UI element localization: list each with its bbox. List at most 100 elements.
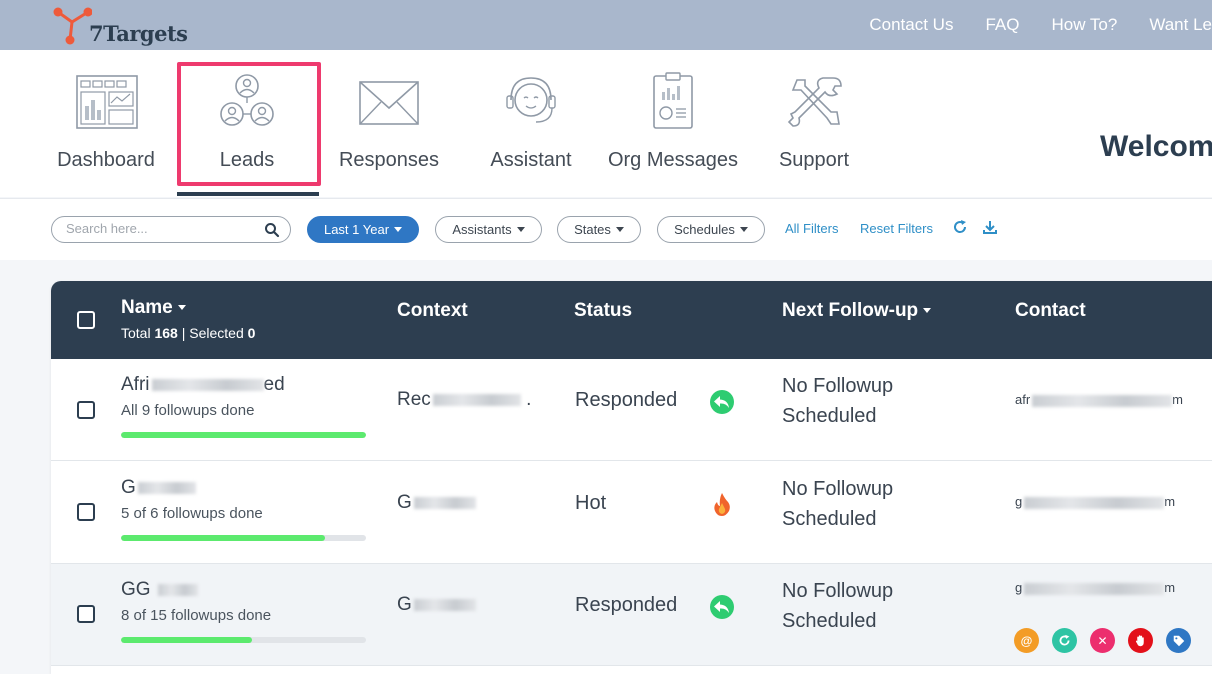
tools-icon: [787, 77, 842, 127]
nav-responses-label: Responses: [338, 149, 440, 171]
faq-link[interactable]: FAQ: [985, 15, 1019, 35]
select-all-checkbox[interactable]: [77, 311, 95, 329]
followup-progress-bar: [121, 535, 366, 541]
redacted-block: [151, 378, 264, 391]
brand-name: 7Targets: [89, 21, 188, 46]
contact-email[interactable]: gm: [1015, 580, 1175, 595]
contact-end: m: [1164, 494, 1176, 509]
tag-icon[interactable]: [1166, 628, 1191, 653]
leads-icon: [220, 74, 274, 126]
lead-name[interactable]: G: [121, 477, 196, 499]
context-end: .: [526, 389, 532, 410]
top-links: Contact Us FAQ How To? Want Le: [837, 0, 1212, 50]
nav-dashboard[interactable]: Dashboard: [52, 50, 160, 197]
nav-org-messages[interactable]: Org Messages: [603, 50, 743, 197]
all-filters-link[interactable]: All Filters: [785, 221, 838, 236]
name-column-label: Name: [121, 297, 173, 318]
status-column-header: Status: [574, 300, 633, 321]
context-text: Rec .: [397, 389, 531, 411]
followups-summary: All 9 followups done: [121, 402, 255, 419]
lead-name-start: G: [121, 477, 136, 498]
assistants-dropdown[interactable]: Assistants: [435, 216, 542, 243]
contact-us-link[interactable]: Contact Us: [869, 15, 953, 35]
chevron-down-icon: [615, 227, 624, 232]
lead-name[interactable]: GG: [121, 579, 198, 601]
schedules-label: Schedules: [674, 222, 735, 237]
row-checkbox[interactable]: [77, 401, 95, 419]
progress-fill: [121, 432, 366, 438]
table-row[interactable]: GG 8 of 15 followups done G Responded No…: [51, 564, 1212, 666]
nav-org-messages-label: Org Messages: [607, 149, 739, 171]
followups-summary: 5 of 6 followups done: [121, 505, 263, 522]
states-label: States: [574, 222, 611, 237]
refresh-action-icon[interactable]: [1052, 628, 1077, 653]
followup-progress-bar: [121, 637, 366, 643]
stop-hand-icon[interactable]: [1128, 628, 1153, 653]
nav-responses[interactable]: Responses: [335, 50, 443, 197]
contact-end: m: [1172, 392, 1184, 407]
reply-icon: [710, 595, 734, 619]
row-checkbox[interactable]: [77, 605, 95, 623]
status-text: Responded: [575, 389, 678, 411]
name-column-header[interactable]: Name: [121, 297, 186, 319]
nav-assistant[interactable]: Assistant: [477, 50, 585, 197]
progress-fill: [121, 637, 252, 643]
envelope-icon: [359, 81, 419, 125]
table-row[interactable]: G 5 of 6 followups done G Hot No Followu…: [51, 462, 1212, 564]
logo-mark-icon: [53, 7, 92, 45]
download-icon[interactable]: [982, 219, 998, 235]
email-action-icon[interactable]: @: [1014, 628, 1039, 653]
redacted-block: [157, 583, 198, 596]
redacted-block: [1032, 394, 1173, 407]
followup-progress-bar: [121, 432, 366, 438]
sort-caret-icon: [177, 305, 186, 311]
table-row[interactable]: Afri ed All 9 followups done Rec . Respon…: [51, 359, 1212, 461]
contact-start: afr: [1015, 392, 1031, 407]
next-followup-label: Next Follow-up: [782, 300, 919, 321]
date-range-dropdown[interactable]: Last 1 Year: [307, 216, 419, 243]
next-followup-column-header[interactable]: Next Follow-up: [782, 300, 932, 322]
context-start: G: [397, 492, 412, 513]
leads-table: Name Total 168 | Selected 0 Context Stat…: [51, 281, 1212, 674]
nav-support-label: Support: [778, 149, 850, 171]
sort-caret-icon: [923, 308, 932, 314]
brand-logo[interactable]: 7Targets: [52, 6, 192, 46]
chevron-down-icon: [739, 227, 748, 232]
refresh-icon[interactable]: [952, 219, 968, 235]
context-column-header: Context: [397, 300, 468, 321]
dashboard-icon: [76, 75, 138, 129]
context-text: G: [397, 594, 476, 616]
progress-fill: [121, 535, 326, 541]
top-bar: 7Targets Contact Us FAQ How To? Want Le: [0, 0, 1212, 50]
contact-email[interactable]: gm: [1015, 494, 1175, 509]
selected-count: 0: [247, 325, 256, 341]
chevron-down-icon: [394, 227, 403, 232]
search-box: [51, 216, 291, 243]
headset-assistant-icon: [506, 77, 556, 123]
redacted-block: [413, 496, 476, 509]
nav-leads[interactable]: Leads: [193, 50, 301, 197]
clipboard-report-icon: [653, 72, 693, 129]
search-icon[interactable]: [264, 222, 280, 238]
how-to-link[interactable]: How To?: [1051, 15, 1117, 35]
nav-support[interactable]: Support: [760, 50, 868, 197]
status-text: Responded: [575, 594, 678, 616]
want-leads-link[interactable]: Want Le: [1149, 15, 1212, 35]
lead-name[interactable]: Afri ed: [121, 374, 285, 396]
close-action-icon[interactable]: ✕: [1090, 628, 1115, 653]
context-start: G: [397, 594, 412, 615]
row-actions: @ ✕: [1014, 628, 1204, 653]
states-dropdown[interactable]: States: [557, 216, 641, 243]
search-input[interactable]: [66, 221, 256, 236]
lead-name-end: ed: [263, 374, 285, 395]
nav-dashboard-label: Dashboard: [57, 149, 155, 171]
followups-summary: 8 of 15 followups done: [121, 607, 272, 624]
filter-bar: Last 1 Year Assistants States Schedules …: [0, 198, 1212, 260]
row-checkbox[interactable]: [77, 503, 95, 521]
reset-filters-link[interactable]: Reset Filters: [860, 221, 933, 236]
schedules-dropdown[interactable]: Schedules: [657, 216, 765, 243]
main-nav: Dashboard Leads Responses Assistant Org …: [0, 50, 1212, 197]
contact-email[interactable]: afr m: [1015, 392, 1183, 407]
active-tab-indicator: [177, 192, 319, 196]
separator: |: [181, 325, 186, 341]
